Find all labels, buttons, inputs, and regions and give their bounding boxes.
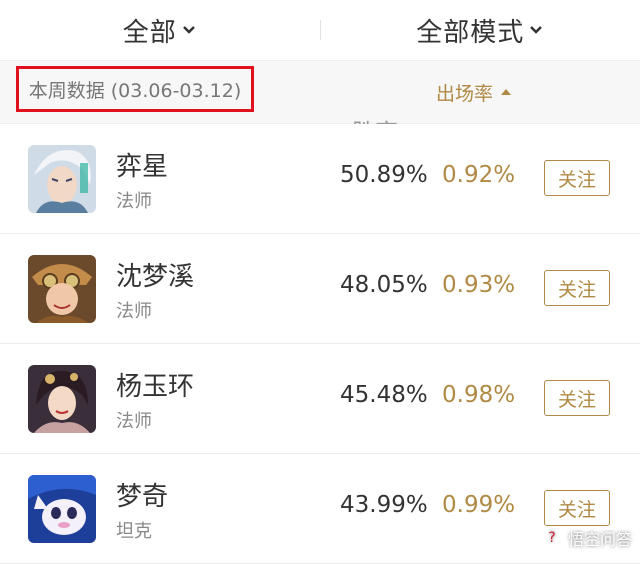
hero-appearance-rate: 0.99% xyxy=(442,492,515,518)
chevron-down-icon xyxy=(181,22,197,38)
hero-appearance-rate: 0.98% xyxy=(442,382,515,408)
hero-avatar xyxy=(28,365,96,433)
hero-role: 法师 xyxy=(116,187,152,213)
top-filter-bar: 全部 全部模式 xyxy=(0,0,640,61)
hero-avatar xyxy=(28,475,96,543)
sort-appearance-rate-label: 出场率 xyxy=(436,79,493,106)
sort-appearance-rate[interactable]: 出场率 xyxy=(436,61,511,123)
follow-button[interactable]: 关注 xyxy=(544,270,610,306)
hero-role: 法师 xyxy=(116,407,152,433)
caret-up-icon xyxy=(501,89,511,95)
hero-appearance-rate: 0.93% xyxy=(442,272,515,298)
hero-role: 坦克 xyxy=(116,517,152,543)
chevron-down-icon xyxy=(528,22,544,38)
filter-all-dropdown[interactable]: 全部 xyxy=(0,12,320,49)
hero-appearance-rate: 0.92% xyxy=(442,162,515,188)
hero-list: 弈星 法师 50.89% 0.92% 关注 沈梦溪 法师 48.05% 0.93… xyxy=(0,124,640,564)
hero-role: 法师 xyxy=(116,297,152,323)
hero-win-rate: 50.89% xyxy=(340,162,428,188)
hero-avatar xyxy=(28,255,96,323)
filter-all-label: 全部 xyxy=(123,12,177,49)
watermark-text: 悟空问答 xyxy=(568,526,632,550)
hero-name: 沈梦溪 xyxy=(116,256,194,293)
hero-name: 弈星 xyxy=(116,146,168,183)
list-item[interactable]: 弈星 法师 50.89% 0.92% 关注 xyxy=(0,124,640,234)
list-item[interactable]: 沈梦溪 法师 48.05% 0.93% 关注 xyxy=(0,234,640,344)
follow-button[interactable]: 关注 xyxy=(544,490,610,526)
stats-header-bar: 本周数据 (03.06-03.12) 胜率 出场率 xyxy=(0,61,640,124)
hero-avatar xyxy=(28,145,96,213)
week-range-label: 本周数据 (03.06-03.12) xyxy=(16,66,254,112)
hero-win-rate: 45.48% xyxy=(340,382,428,408)
follow-button[interactable]: 关注 xyxy=(544,160,610,196)
follow-button[interactable]: 关注 xyxy=(544,380,610,416)
filter-mode-dropdown[interactable]: 全部模式 xyxy=(321,12,640,49)
list-item[interactable]: 杨玉环 法师 45.48% 0.98% 关注 xyxy=(0,344,640,454)
watermark: ? 悟空问答 xyxy=(541,526,632,550)
hero-win-rate: 48.05% xyxy=(340,272,428,298)
filter-mode-label: 全部模式 xyxy=(416,12,524,49)
hero-name: 杨玉环 xyxy=(116,366,194,403)
hero-name: 梦奇 xyxy=(116,476,168,513)
watermark-logo-icon: ? xyxy=(541,527,563,549)
hero-win-rate: 43.99% xyxy=(340,492,428,518)
